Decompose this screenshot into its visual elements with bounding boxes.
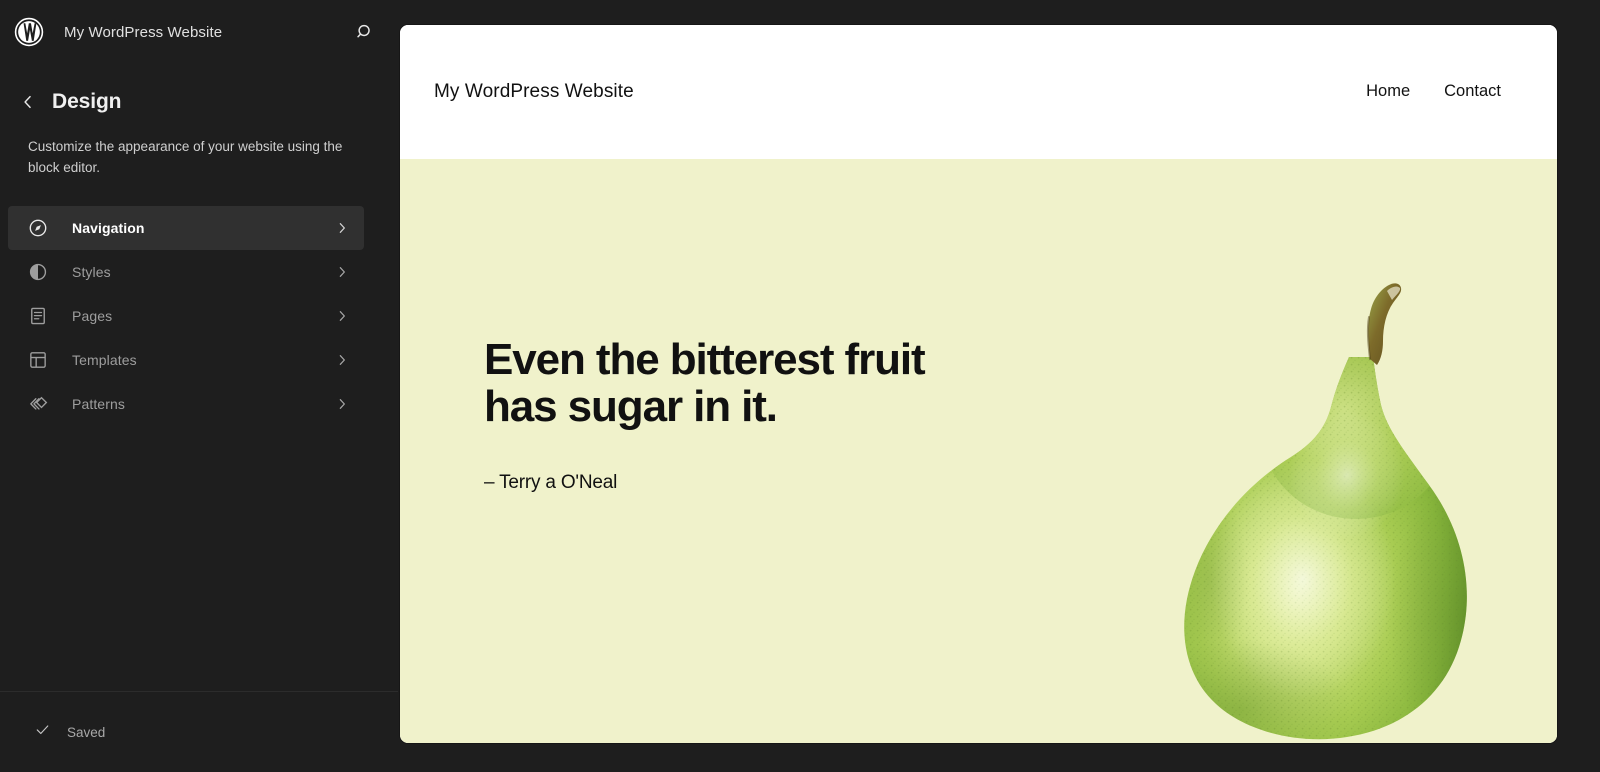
save-status[interactable]: Saved [34, 721, 105, 743]
editor-sidebar: My WordPress Website Design Customize th… [0, 0, 398, 772]
preview-site-title: My WordPress Website [434, 81, 634, 102]
sidebar-item-styles[interactable]: Styles [8, 250, 364, 294]
hero-quote-line-2: has sugar in it. [484, 381, 778, 431]
preview-site-header: My WordPress Website Home Contact [400, 25, 1557, 159]
search-icon[interactable] [348, 15, 382, 49]
save-status-label: Saved [67, 724, 106, 740]
green-pear-illustration [1091, 279, 1511, 743]
check-icon [34, 721, 51, 743]
nav-link-home[interactable]: Home [1366, 82, 1410, 101]
wordpress-logo-icon[interactable] [14, 17, 44, 47]
chevron-right-icon [334, 352, 350, 368]
sidebar-item-label: Pages [72, 308, 113, 324]
page-title: Design [52, 90, 122, 113]
contrast-icon [26, 260, 50, 284]
sidebar-header: My WordPress Website [0, 0, 398, 64]
sidebar-item-pages[interactable]: Pages [8, 294, 364, 338]
hero-quote-line-1: Even the bitterest fruit [484, 335, 926, 384]
preview-site-nav: Home Contact [1366, 82, 1501, 103]
preview-canvas-area: My WordPress Website Home Contact Even t… [398, 0, 1600, 772]
hero-section: Even the bitterest fruit has sugar in it… [400, 159, 1557, 743]
chevron-left-icon[interactable] [12, 86, 44, 118]
sidebar-footer: Saved [0, 691, 398, 772]
sidebar-site-name: My WordPress Website [64, 23, 223, 41]
chevron-right-icon [334, 308, 350, 324]
wordpress-site-editor: My WordPress Website Design Customize th… [0, 0, 1600, 772]
hero-citation: – Terry a O'Neal [484, 472, 618, 494]
layout-icon [26, 348, 50, 372]
chevron-right-icon [334, 220, 350, 236]
hero-quote: Even the bitterest fruit has sugar in it… [484, 335, 1004, 431]
sidebar-item-label: Templates [72, 352, 137, 368]
page-icon [26, 304, 50, 328]
chevron-right-icon [334, 396, 350, 412]
compass-icon [26, 216, 50, 240]
sidebar-title-row: Design [0, 74, 398, 130]
sidebar-item-navigation[interactable]: Navigation [8, 206, 364, 250]
design-nav-list: Navigation Styles Pages Templates Patter… [0, 206, 398, 426]
hero-text-block: Even the bitterest fruit has sugar in it… [484, 335, 1004, 494]
sidebar-item-label: Navigation [72, 220, 145, 236]
sidebar-description: Customize the appearance of your website… [28, 139, 343, 175]
sidebar-item-label: Patterns [72, 396, 125, 412]
chevron-right-icon [334, 264, 350, 280]
patterns-icon [26, 392, 50, 416]
sidebar-item-templates[interactable]: Templates [8, 338, 364, 382]
sidebar-item-patterns[interactable]: Patterns [8, 382, 364, 426]
nav-link-contact[interactable]: Contact [1444, 82, 1501, 101]
sidebar-item-label: Styles [72, 264, 111, 280]
site-preview-canvas[interactable]: My WordPress Website Home Contact Even t… [400, 25, 1557, 743]
